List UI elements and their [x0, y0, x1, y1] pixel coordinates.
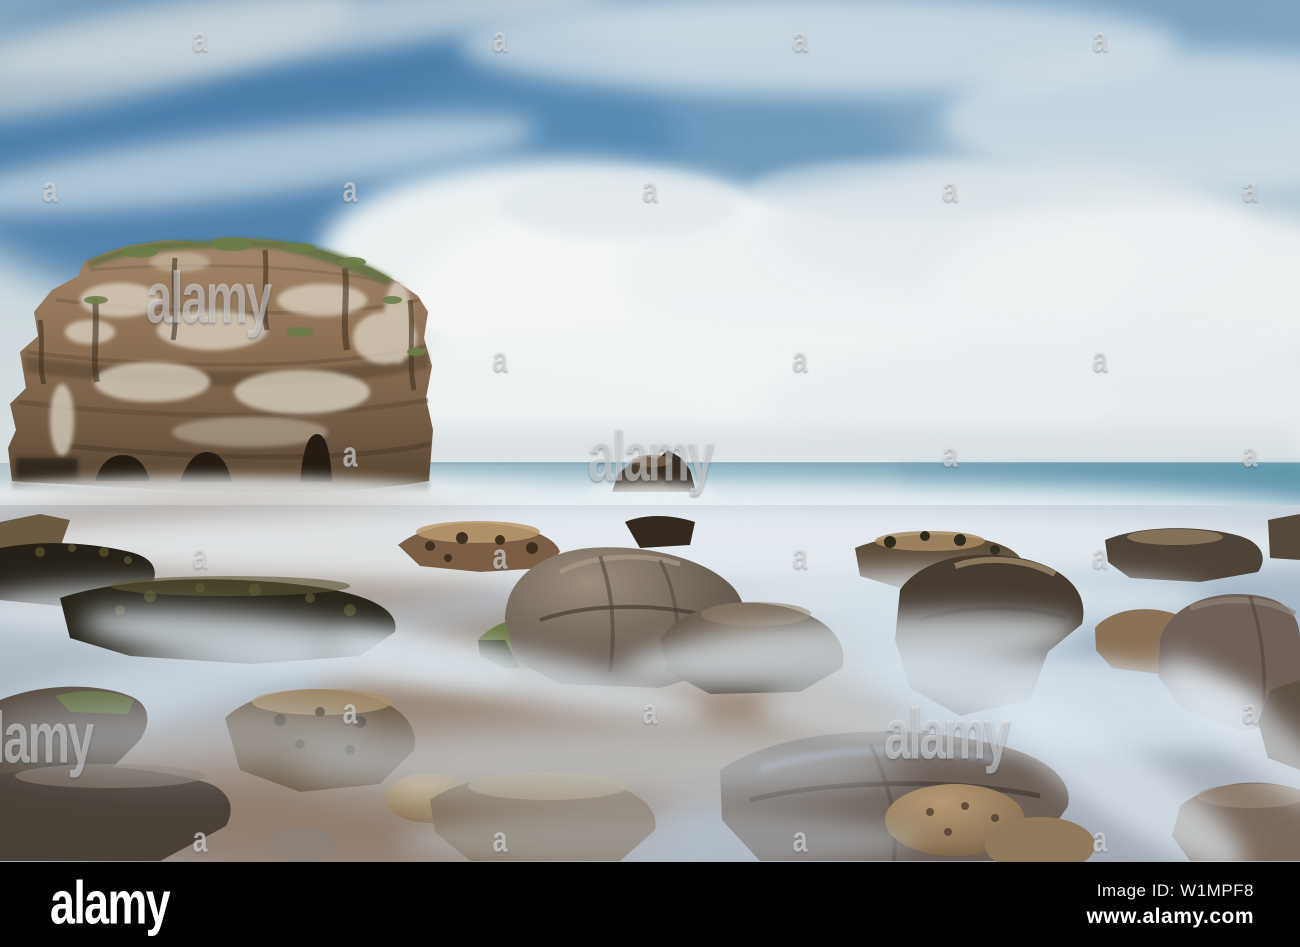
footer-meta: Image ID: W1MPF8 www.alamy.com	[1086, 881, 1254, 929]
stock-photo: a a a a a a a a a a a a a a a a a a a a a a a a a a alamy alamy alam…	[0, 0, 1300, 862]
image-id-text: Image ID: W1MPF8	[1096, 880, 1254, 900]
alamy-url-text: www.alamy.com	[1086, 904, 1254, 928]
alamy-logo: alamy	[50, 867, 171, 936]
footer-bar: alamy Image ID: W1MPF8 www.alamy.com	[0, 862, 1300, 947]
seascape-illustration	[0, 0, 1300, 862]
alamy-stock-photo-preview: a a a a a a a a a a a a a a a a a a a a a a a a a a alamy alamy alam…	[0, 0, 1300, 947]
